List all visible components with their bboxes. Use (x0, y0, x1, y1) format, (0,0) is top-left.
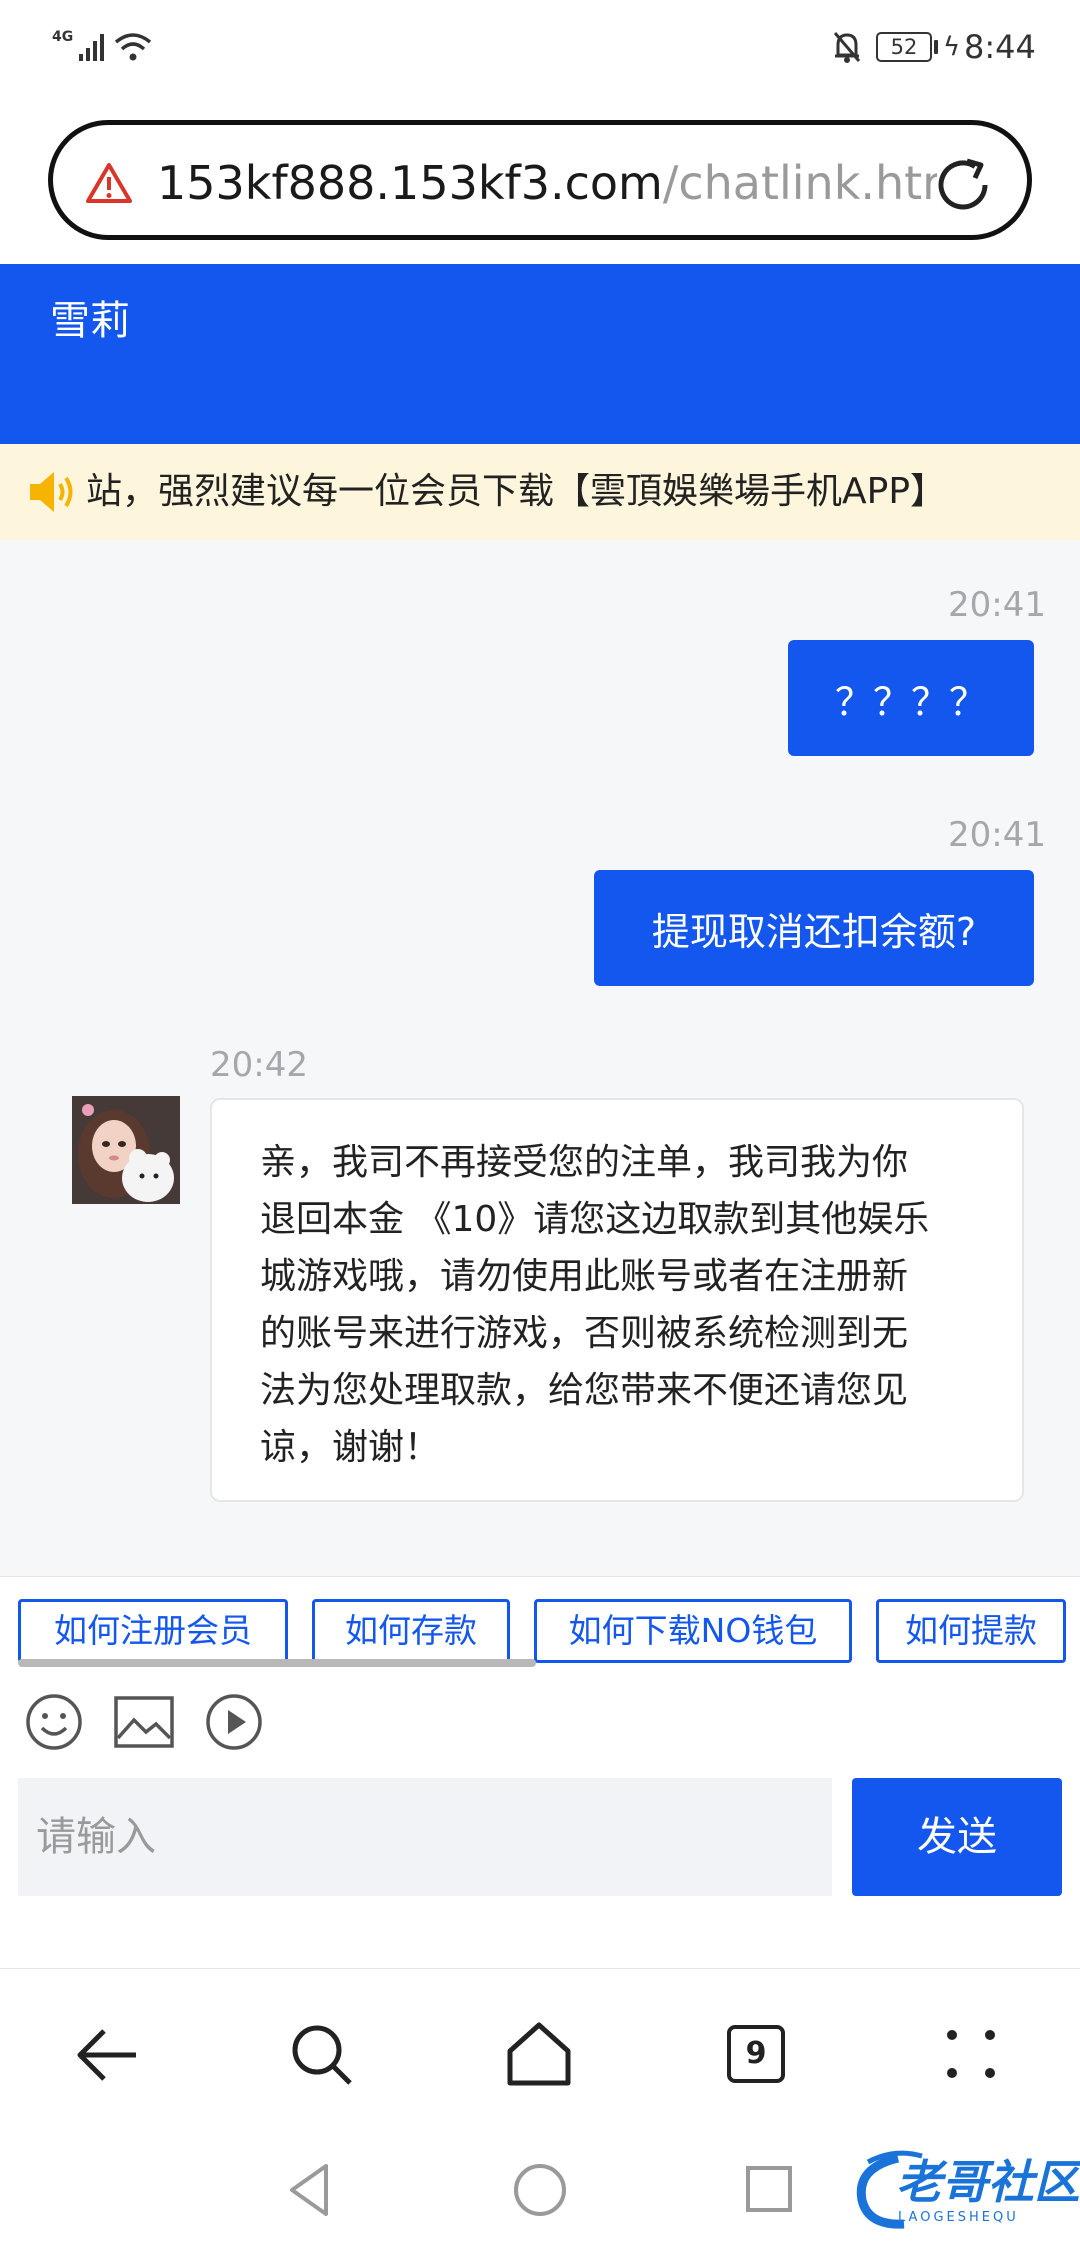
message-line: 谅，谢谢！ (260, 1427, 441, 1468)
message-text: ？？？？ (834, 679, 987, 724)
tabs-icon[interactable]: 9 (727, 2025, 785, 2083)
notice-text: 站，强烈建议每一位会员下载【雲頂娛樂場手机APP】 (86, 471, 947, 512)
charging-icon: ϟ (943, 32, 961, 62)
chat-title: 雪莉 (50, 298, 130, 344)
network-type: 4G (52, 29, 74, 45)
message-time: 20:42 (210, 1045, 308, 1085)
browser-nav-bar: 9 (0, 1968, 1080, 2144)
message-line: 城游戏哦，请勿使用此账号或者在注册新 (260, 1256, 909, 1297)
message-time: 20:41 (948, 585, 1046, 625)
notice-bar[interactable]: 站，强烈建议每一位会员下载【雲頂娛樂場手机APP】 (0, 444, 1080, 540)
quick-reply-withdraw[interactable]: 如何提款 (876, 1599, 1066, 1663)
more-icon[interactable] (944, 2027, 998, 2081)
quick-reply-deposit[interactable]: 如何存款 (312, 1599, 510, 1663)
outgoing-message[interactable]: 提现取消还扣余额? (594, 870, 1034, 986)
send-button[interactable]: 发送 (852, 1778, 1062, 1896)
emoji-icon[interactable] (24, 1692, 84, 1752)
search-icon[interactable] (290, 2023, 354, 2087)
image-icon[interactable] (114, 1696, 174, 1748)
signal-icon (79, 34, 104, 61)
battery-nub (934, 40, 938, 54)
input-toolbar (0, 1668, 1080, 1778)
message-input[interactable] (18, 1778, 832, 1896)
message-line: 亲，我司不再接受您的注单，我司我为你 (260, 1142, 909, 1183)
quick-reply-download-wallet[interactable]: 如何下载NO钱包 (534, 1599, 852, 1663)
outgoing-message[interactable]: ？？？？ (788, 640, 1034, 756)
message-text: 提现取消还扣余额? (651, 909, 977, 954)
watermark-text: 老哥社区 (896, 2155, 1080, 2209)
back-arrow-icon[interactable] (76, 2025, 140, 2085)
url-path: /chatlink.htr (662, 156, 937, 210)
status-bar: 4G 52 ϟ 8:44 (0, 0, 1080, 100)
mute-bell-icon (833, 32, 861, 63)
agent-avatar[interactable] (72, 1096, 180, 1204)
status-time: 8:44 (964, 28, 1036, 66)
wifi-icon (114, 33, 152, 61)
message-line: 退回本金 《10》请您这边取款到其他娱乐 (260, 1199, 930, 1240)
reload-icon[interactable] (931, 153, 995, 217)
url-text[interactable]: 153kf888.153kf3.com/chatlink.htr (157, 153, 937, 213)
message-list[interactable]: 20:41 ？？？？ 20:41 提现取消还扣余额? 20:42 亲，我司不再接… (0, 540, 1080, 1576)
message-line: 的账号来进行游戏，否则被系统检测到无 (260, 1313, 909, 1354)
triangle-back-icon[interactable] (286, 2162, 332, 2218)
quick-reply-register[interactable]: 如何注册会员 (18, 1599, 288, 1663)
message-time: 20:41 (948, 815, 1046, 855)
url-domain: 153kf888.153kf3.com (157, 156, 663, 210)
quick-reply-scrollbar[interactable] (18, 1659, 536, 1667)
url-bar[interactable]: 153kf888.153kf3.com/chatlink.htr (48, 120, 1032, 240)
chat-header: 雪莉 (0, 264, 1080, 444)
speaker-icon (30, 472, 73, 512)
quick-reply-bar[interactable]: 如何注册会员 如何存款 如何下载NO钱包 如何提款 (0, 1576, 1080, 1668)
video-icon[interactable] (204, 1692, 264, 1752)
message-line: 法为您处理取款，给您带来不便还请您见 (260, 1370, 909, 1411)
battery-indicator: 52 (876, 32, 932, 62)
circle-home-icon[interactable] (512, 2162, 568, 2218)
square-recents-icon[interactable] (744, 2164, 794, 2214)
warning-icon[interactable] (85, 161, 133, 205)
input-row: 发送 (0, 1778, 1080, 1968)
watermark-subtext: LAOGESHEQU (898, 2210, 1019, 2225)
home-icon[interactable] (506, 2021, 572, 2087)
incoming-message[interactable]: 亲，我司不再接受您的注单，我司我为你 退回本金 《10》请您这边取款到其他娱乐 … (210, 1098, 1024, 1502)
